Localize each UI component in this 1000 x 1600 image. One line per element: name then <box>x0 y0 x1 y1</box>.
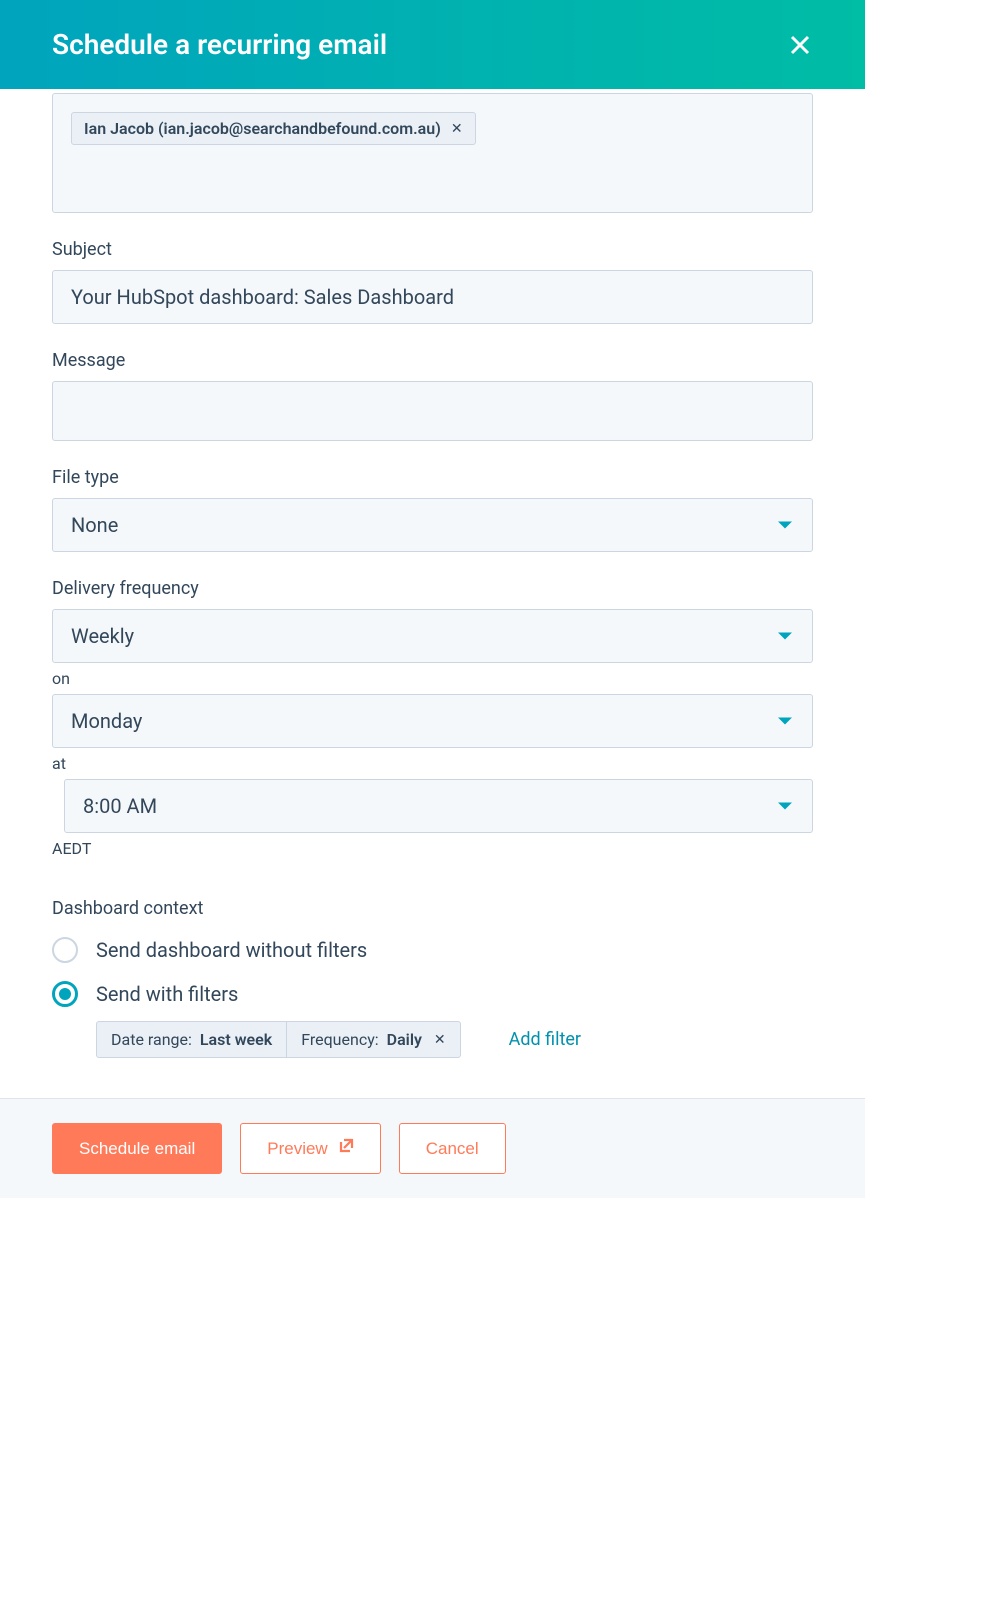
filetype-label: File type <box>52 467 813 488</box>
subject-input[interactable] <box>52 270 813 324</box>
dialog-body: Ian Jacob (ian.jacob@searchandbefound.co… <box>0 93 865 1098</box>
context-section: Dashboard context Send dashboard without… <box>52 898 813 1058</box>
radio-option-without-filters[interactable]: Send dashboard without filters <box>52 937 813 963</box>
filter-chip-date-range[interactable]: Date range: Last week <box>97 1022 286 1057</box>
remove-filter-icon[interactable]: ✕ <box>434 1032 446 1048</box>
filter-chip-frequency[interactable]: Frequency: Daily ✕ <box>286 1022 459 1057</box>
schedule-email-button[interactable]: Schedule email <box>52 1123 222 1174</box>
cancel-button[interactable]: Cancel <box>399 1123 506 1174</box>
delivery-label: Delivery frequency <box>52 578 813 599</box>
preview-button[interactable]: Preview <box>240 1123 380 1174</box>
time-select[interactable]: 8:00 AM <box>64 779 813 833</box>
radio-with-filters[interactable] <box>52 981 78 1007</box>
filetype-select[interactable]: None <box>52 498 813 552</box>
recipient-chip[interactable]: Ian Jacob (ian.jacob@searchandbefound.co… <box>71 112 476 145</box>
day-select[interactable]: Monday <box>52 694 813 748</box>
recipient-chip-text: Ian Jacob (ian.jacob@searchandbefound.co… <box>84 119 441 138</box>
at-label: at <box>52 754 813 773</box>
external-link-icon <box>338 1138 354 1159</box>
filter-frequency-key: Frequency: <box>301 1030 378 1049</box>
recipients-section: Ian Jacob (ian.jacob@searchandbefound.co… <box>52 93 813 213</box>
filter-date-range-value: Last week <box>200 1030 272 1049</box>
message-input[interactable] <box>52 381 813 441</box>
on-label: on <box>52 669 813 688</box>
radio-with-filters-label: Send with filters <box>96 982 238 1006</box>
filetype-section: File type None <box>52 467 813 552</box>
dialog-footer: Schedule email Preview Cancel <box>0 1098 865 1198</box>
subject-label: Subject <box>52 239 813 260</box>
radio-without-filters-label: Send dashboard without filters <box>96 938 367 962</box>
add-filter-link[interactable]: Add filter <box>509 1029 581 1050</box>
close-button[interactable] <box>787 32 813 58</box>
remove-recipient-icon[interactable]: ✕ <box>451 121 463 137</box>
delivery-section: Delivery frequency Weekly on Monday at 8… <box>52 578 813 858</box>
dialog-header: Schedule a recurring email <box>0 0 865 89</box>
filter-date-range-key: Date range: <box>111 1030 192 1049</box>
radio-option-with-filters[interactable]: Send with filters <box>52 981 813 1007</box>
filter-chips: Date range: Last week Frequency: Daily ✕ <box>96 1021 461 1058</box>
close-icon <box>789 34 811 56</box>
filter-frequency-value: Daily <box>387 1030 422 1049</box>
subject-section: Subject <box>52 239 813 324</box>
preview-button-label: Preview <box>267 1139 327 1159</box>
dialog-title: Schedule a recurring email <box>52 28 387 61</box>
message-label: Message <box>52 350 813 371</box>
frequency-select[interactable]: Weekly <box>52 609 813 663</box>
timezone-label: AEDT <box>52 839 813 858</box>
recipients-input[interactable]: Ian Jacob (ian.jacob@searchandbefound.co… <box>52 93 813 213</box>
message-section: Message <box>52 350 813 441</box>
context-label: Dashboard context <box>52 898 813 919</box>
radio-without-filters[interactable] <box>52 937 78 963</box>
